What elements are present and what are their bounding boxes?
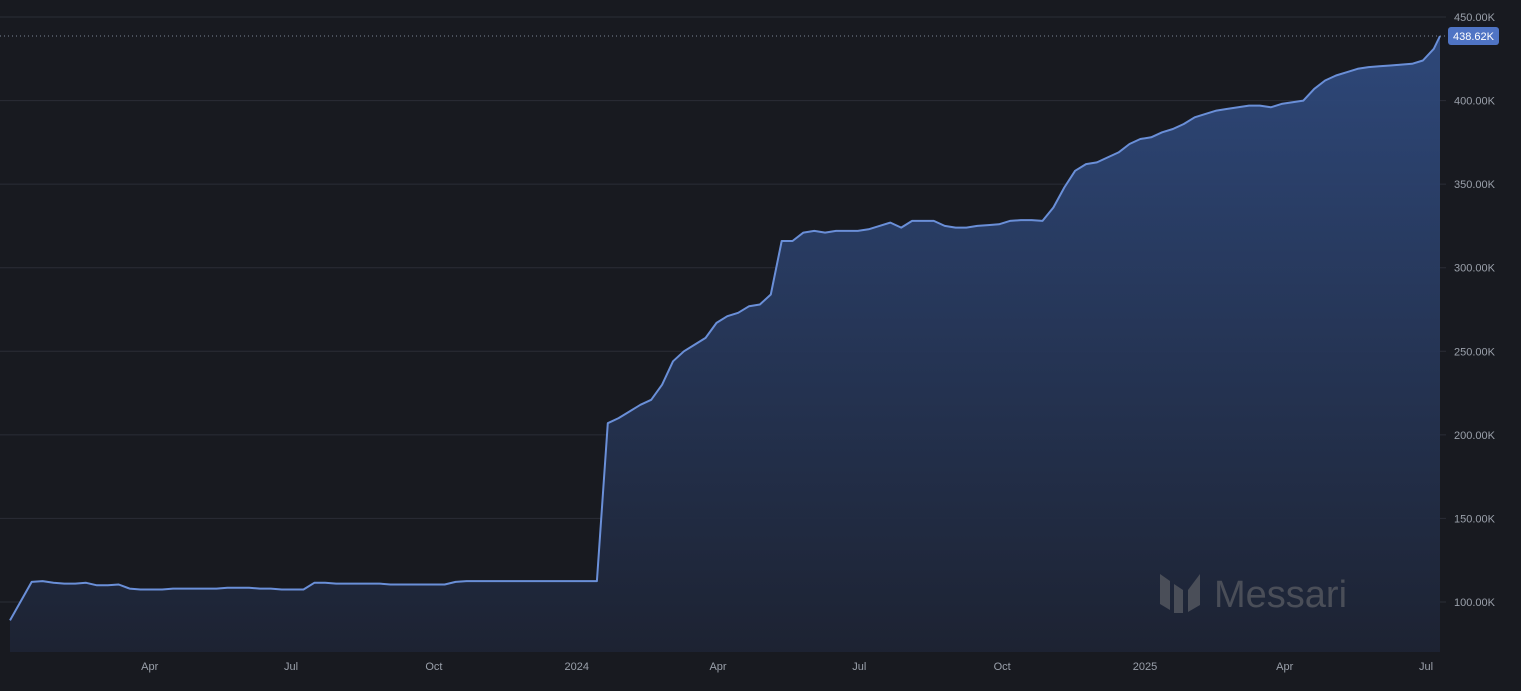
x-tick-label: Apr xyxy=(1276,661,1293,673)
y-tick-label: 150.00K xyxy=(1454,513,1496,525)
x-tick-label: Jul xyxy=(284,661,298,673)
y-tick-label: 300.00K xyxy=(1454,263,1496,275)
last-value-label: 438.62K xyxy=(1453,31,1495,43)
y-tick-label: 350.00K xyxy=(1454,179,1496,191)
x-tick-label: Oct xyxy=(994,661,1011,673)
last-value-badge: 438.62K xyxy=(1448,27,1499,46)
x-tick-label: Jul xyxy=(1419,661,1433,673)
x-tick-label: Apr xyxy=(709,661,726,673)
y-tick-label: 200.00K xyxy=(1454,430,1496,442)
area-chart: Messari 100.00K 150.00K 200.00K 250.00K 300.… xyxy=(0,0,1521,691)
y-tick-label: 450.00K xyxy=(1454,12,1496,24)
watermark-text: Messari xyxy=(1214,574,1347,616)
y-tick-label: 100.00K xyxy=(1454,597,1496,609)
y-tick-label: 400.00K xyxy=(1454,96,1496,108)
x-tick-label: 2024 xyxy=(564,661,588,673)
x-tick-label: Apr xyxy=(141,661,158,673)
y-tick-label: 250.00K xyxy=(1454,346,1496,358)
x-tick-label: Oct xyxy=(425,661,442,673)
x-tick-label: 2025 xyxy=(1133,661,1157,673)
x-tick-label: Jul xyxy=(852,661,866,673)
